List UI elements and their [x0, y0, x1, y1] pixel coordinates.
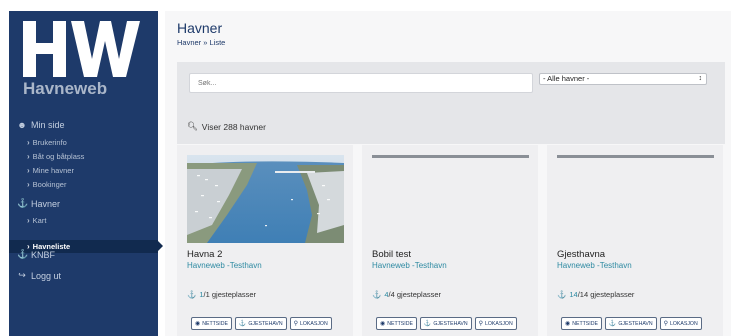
sidebar-item-label: Bookinger [32, 180, 67, 189]
anchor-icon: ⚓ [187, 290, 197, 299]
harbor-photo[interactable] [187, 155, 344, 243]
guest-harbor-button[interactable]: ⚓ GJESTEHAVN [604, 317, 657, 330]
harbor-select-value: - Alle havner - [543, 74, 590, 83]
sidebar-item-bookinger[interactable]: › Bookinger [27, 180, 66, 189]
globe-icon: ◉ [195, 321, 201, 327]
chevron-right-icon: › [27, 138, 30, 147]
nav-section-label: Min side [31, 120, 65, 130]
total-spots: /14 gjesteplasser [577, 290, 635, 299]
location-button[interactable]: ⚲ LOKASJON [289, 317, 332, 330]
harbor-icon: ⚓ [423, 321, 432, 327]
harbor-icon: ⚓ [17, 198, 29, 208]
main-content: Havner Havner » Liste - Alle havner - ↕ … [165, 11, 731, 336]
globe-icon: ◉ [380, 321, 386, 327]
nav-section-label: Logg ut [31, 270, 62, 281]
chevron-right-icon: › [27, 216, 30, 225]
sidebar-item-label: Båt og båtplass [32, 152, 85, 161]
sidebar-item-brukerinfo[interactable]: › Brukerinfo [27, 138, 67, 147]
map-pin-icon: ⚲ [663, 321, 669, 327]
harbor-owner[interactable]: Havneweb -Testhavn [557, 261, 632, 270]
filter-panel: - Alle havner - ↕ 🔍︎ Viser 288 havner [177, 62, 725, 144]
nav-section-label: Havner [31, 198, 61, 209]
button-label: GJESTEHAVN [248, 320, 283, 327]
app: Havneweb ☻ Min side › Brukerinfo › Båt o… [0, 0, 731, 336]
harbor-card[interactable]: Gjesthavna Havneweb -Testhavn ⚓ 14/14 gj… [547, 145, 723, 336]
harbor-owner[interactable]: Havneweb -Testhavn [187, 261, 262, 270]
chevron-right-icon: › [27, 166, 30, 175]
guest-capacity: ⚓ 1/1 gjesteplasser [187, 290, 256, 299]
nav-section-logg-ut[interactable]: ↪ Logg ut [17, 270, 61, 281]
sidebar: Havneweb ☻ Min side › Brukerinfo › Båt o… [9, 11, 163, 336]
search-input[interactable] [189, 73, 533, 93]
button-label: LOKASJON [300, 320, 328, 327]
nav-section-havner[interactable]: ⚓ Havner [17, 198, 60, 209]
anchor-icon: ⚓ [557, 290, 567, 299]
sidebar-item-mine-havner[interactable]: › Mine havner [27, 166, 74, 175]
logo-wordmark: Havneweb [23, 79, 108, 98]
sidebar-item-label: Kart [32, 216, 47, 225]
map-pin-icon: ⚲ [293, 321, 299, 327]
button-label: NETTSIDE [572, 320, 598, 327]
button-label: GJESTEHAVN [433, 320, 468, 327]
page-title: Havner [177, 20, 223, 36]
website-button[interactable]: ◉ NETTSIDE [561, 317, 602, 330]
website-button[interactable]: ◉ NETTSIDE [376, 317, 417, 330]
guest-capacity: ⚓ 14/14 gjesteplasser [557, 290, 634, 299]
harbor-name[interactable]: Gjesthavna [557, 249, 605, 260]
available-spots: 14 [569, 290, 578, 299]
location-button[interactable]: ⚲ LOKASJON [474, 317, 517, 330]
nav-section-knbf[interactable]: ⚓ KNBF [17, 249, 55, 260]
havneweb-logo[interactable] [23, 19, 143, 79]
harbor-card[interactable]: Bobil test Havneweb -Testhavn ⚓ 4/4 gjes… [362, 145, 538, 336]
location-button[interactable]: ⚲ LOKASJON [659, 317, 702, 330]
card-actions: ◉ NETTSIDE ⚓ GJESTEHAVN ⚲ LOKASJON [191, 317, 332, 330]
harbor-select[interactable]: - Alle havner - ↕ [539, 73, 707, 85]
harbor-owner[interactable]: Havneweb -Testhavn [372, 261, 447, 270]
button-label: NETTSIDE [387, 320, 413, 327]
chevron-right-icon: › [27, 152, 30, 161]
select-arrows-icon: ↕ [698, 75, 703, 82]
nav-section-label: KNBF [31, 249, 56, 260]
harbor-card[interactable]: Havna 2 Havneweb -Testhavn ⚓ 1/1 gjestep… [177, 145, 353, 336]
globe-icon: ◉ [565, 321, 571, 327]
sidebar-item-bat-og-batplass[interactable]: › Båt og båtplass [27, 152, 84, 161]
sidebar-item-kart[interactable]: › Kart [27, 216, 46, 225]
guest-harbor-button[interactable]: ⚓ GJESTEHAVN [419, 317, 472, 330]
total-spots: /1 gjesteplasser [203, 290, 257, 299]
harbor-name[interactable]: Bobil test [372, 249, 411, 260]
result-count: 🔍︎ Viser 288 havner [187, 121, 266, 132]
nav-section-min-side[interactable]: ☻ Min side [17, 120, 65, 130]
button-label: LOKASJON [670, 320, 698, 327]
card-actions: ◉ NETTSIDE ⚓ GJESTEHAVN ⚲ LOKASJON [376, 317, 517, 330]
sidebar-item-label: Mine havner [32, 166, 74, 175]
harbor-icon: ⚓ [238, 321, 247, 327]
card-actions: ◉ NETTSIDE ⚓ GJESTEHAVN ⚲ LOKASJON [561, 317, 702, 330]
harbor-photo[interactable] [557, 155, 714, 158]
search-icon: 🔍︎ [187, 121, 198, 131]
website-button[interactable]: ◉ NETTSIDE [191, 317, 232, 330]
guest-capacity: ⚓ 4/4 gjesteplasser [372, 290, 441, 299]
button-label: LOKASJON [485, 320, 513, 327]
harbor-icon: ⚓ [608, 321, 617, 327]
total-spots: /4 gjesteplasser [388, 290, 442, 299]
result-count-text: Viser 288 havner [201, 121, 266, 132]
sidebar-item-label: Brukerinfo [32, 138, 67, 147]
logout-icon: ↪ [18, 270, 26, 280]
breadcrumb[interactable]: Havner » Liste [177, 38, 225, 47]
guest-harbor-button[interactable]: ⚓ GJESTEHAVN [234, 317, 287, 330]
harbor-photo[interactable] [372, 155, 529, 158]
button-label: GJESTEHAVN [618, 320, 653, 327]
user-icon: ☻ [17, 120, 27, 130]
active-item-pointer [158, 241, 163, 251]
anchor-icon: ⚓ [17, 249, 29, 259]
map-pin-icon: ⚲ [478, 321, 484, 327]
anchor-icon: ⚓ [372, 290, 382, 299]
harbor-name[interactable]: Havna 2 [187, 249, 222, 260]
button-label: NETTSIDE [202, 320, 228, 327]
chevron-right-icon: › [27, 180, 30, 189]
